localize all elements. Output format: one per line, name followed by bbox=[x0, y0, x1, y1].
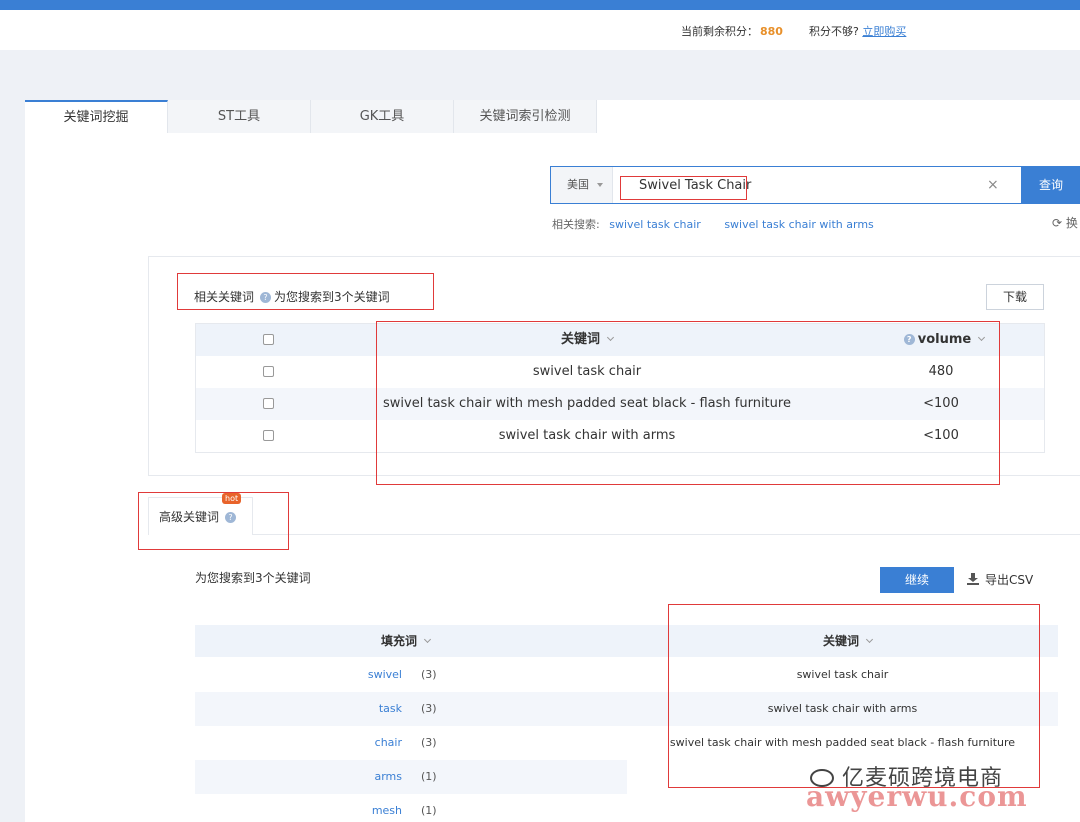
keyword-row: swivel task chair bbox=[627, 658, 1058, 692]
credit-info: 当前剩余积分： 880 bbox=[681, 23, 783, 39]
refresh-label: 换 bbox=[1065, 216, 1078, 230]
continue-button[interactable]: 继续 bbox=[880, 567, 954, 593]
filler-column-header[interactable]: 填充词 bbox=[381, 625, 432, 657]
keyword-row: swivel task chair with mesh padded seat … bbox=[627, 726, 1058, 760]
column-label: 关键词 bbox=[560, 332, 600, 347]
advanced-table-header: 填充词 关键词 bbox=[195, 625, 1058, 657]
column-label: 关键词 bbox=[823, 634, 860, 648]
advanced-result-count: 为您搜索到3个关键词 bbox=[195, 571, 311, 585]
search-input[interactable] bbox=[639, 173, 979, 197]
filler-word-link[interactable]: chair bbox=[375, 726, 402, 760]
credit-label: 当前剩余积分： bbox=[681, 25, 758, 38]
tab-st-tool[interactable]: ST工具 bbox=[168, 100, 311, 133]
top-accent-bar bbox=[0, 0, 1080, 10]
caret-down-icon bbox=[597, 183, 603, 187]
chevron-down-icon bbox=[423, 635, 432, 644]
tool-tabs: 关键词挖掘 ST工具 GK工具 关键词索引检测 bbox=[25, 100, 597, 133]
volume-cell: <100 bbox=[923, 428, 959, 443]
tab-keyword-index-check[interactable]: 关键词索引检测 bbox=[454, 100, 597, 133]
buy-credits-link[interactable]: 立即购买 bbox=[862, 25, 906, 38]
table-row: swivel task chair with arms <100 bbox=[196, 420, 1044, 452]
help-icon[interactable]: ? bbox=[260, 292, 272, 303]
credit-bar: 当前剩余积分： 880 积分不够? 立即购买 bbox=[0, 10, 1080, 50]
filler-word-link[interactable]: swivel bbox=[368, 658, 402, 692]
table-row: swivel task chair 480 bbox=[196, 356, 1044, 388]
filler-count: (3) bbox=[421, 668, 437, 681]
filler-row: task (3) bbox=[195, 692, 627, 726]
watermark: 亿麦硕跨境电商 awyerwu.com bbox=[806, 760, 1027, 813]
help-icon: ? bbox=[225, 512, 237, 523]
tab-keyword-mining[interactable]: 关键词挖掘 bbox=[25, 100, 168, 133]
clear-icon[interactable]: × bbox=[987, 177, 999, 193]
related-search-link[interactable]: swivel task chair bbox=[609, 218, 701, 231]
export-label: 导出CSV bbox=[985, 573, 1034, 587]
keyword-cell: swivel task chair with mesh padded seat … bbox=[669, 736, 1016, 749]
advanced-tab-label: 高级关键词 bbox=[159, 510, 220, 524]
filler-count: (3) bbox=[421, 736, 437, 749]
filler-row: chair (3) bbox=[195, 726, 627, 760]
filler-row: arms (1) bbox=[195, 760, 627, 794]
table-header: 关键词 ? volume bbox=[196, 324, 1044, 356]
related-keywords-title: 相关关键词? 为您搜索到3个关键词 bbox=[194, 288, 390, 305]
keyword-column-header[interactable]: 关键词 bbox=[823, 625, 874, 657]
section-title: 相关关键词 bbox=[194, 290, 255, 304]
row-checkbox[interactable] bbox=[263, 366, 274, 377]
export-csv-button[interactable]: 导出CSV bbox=[967, 571, 1033, 588]
row-checkbox[interactable] bbox=[263, 398, 274, 409]
divider bbox=[253, 534, 1080, 535]
related-search: 相关搜索: swivel task chair swivel task chai… bbox=[552, 216, 888, 232]
related-keywords-table: 关键词 ? volume swivel task chair 480 swivel… bbox=[195, 323, 1045, 453]
filler-count: (1) bbox=[421, 804, 437, 817]
filler-word-link[interactable]: mesh bbox=[372, 794, 402, 822]
refresh-icon: ⟳ bbox=[1052, 216, 1063, 230]
chevron-down-icon bbox=[978, 333, 986, 342]
filler-word-link[interactable]: arms bbox=[374, 760, 402, 794]
refresh-button[interactable]: ⟳ 换 bbox=[1052, 214, 1078, 231]
credit-value: 880 bbox=[760, 25, 783, 38]
credit-lack: 积分不够? 立即购买 bbox=[809, 23, 906, 39]
chevron-down-icon bbox=[606, 333, 615, 342]
search-button[interactable]: 查询 bbox=[1021, 166, 1080, 204]
keyword-cell: swivel task chair bbox=[532, 364, 642, 379]
result-count: 为您搜索到3个关键词 bbox=[274, 290, 390, 304]
keyword-column-header[interactable]: 关键词 bbox=[379, 324, 795, 356]
keyword-cell: swivel task chair with mesh padded seat … bbox=[383, 396, 791, 411]
filler-count: (3) bbox=[421, 702, 437, 715]
filler-count: (1) bbox=[421, 770, 437, 783]
select-all-checkbox[interactable] bbox=[263, 334, 274, 345]
volume-column-header[interactable]: ? volume bbox=[886, 324, 996, 356]
download-icon bbox=[967, 573, 979, 585]
volume-cell: 480 bbox=[928, 364, 954, 379]
table-row: swivel task chair with mesh padded seat … bbox=[196, 388, 1044, 420]
filler-word-link[interactable]: task bbox=[379, 692, 402, 726]
keyword-cell: swivel task chair with arms bbox=[498, 428, 676, 443]
column-label: volume bbox=[917, 332, 972, 347]
credit-lack-label: 积分不够? bbox=[809, 25, 859, 38]
download-button[interactable]: 下载 bbox=[986, 284, 1044, 310]
row-checkbox[interactable] bbox=[263, 430, 274, 441]
related-search-link[interactable]: swivel task chair with arms bbox=[724, 218, 873, 231]
volume-cell: <100 bbox=[923, 396, 959, 411]
filler-row: swivel (3) bbox=[195, 658, 627, 692]
related-search-label: 相关搜索: bbox=[552, 218, 600, 231]
filler-row: mesh (1) bbox=[195, 794, 627, 822]
keyword-cell: swivel task chair bbox=[796, 668, 889, 681]
country-label: 美国 bbox=[567, 178, 589, 191]
watermark-en: awyerwu.com bbox=[806, 780, 1028, 813]
tab-gk-tool[interactable]: GK工具 bbox=[311, 100, 454, 133]
country-select[interactable]: 美国 bbox=[551, 167, 613, 203]
chevron-down-icon bbox=[865, 635, 874, 644]
column-label: 填充词 bbox=[381, 634, 418, 648]
help-icon: ? bbox=[903, 334, 915, 345]
hot-badge: hot bbox=[222, 493, 242, 504]
keyword-row: swivel task chair with arms bbox=[627, 692, 1058, 726]
search-bar: 美国 × 查询 bbox=[550, 166, 1080, 204]
keyword-cell: swivel task chair with arms bbox=[767, 702, 918, 715]
